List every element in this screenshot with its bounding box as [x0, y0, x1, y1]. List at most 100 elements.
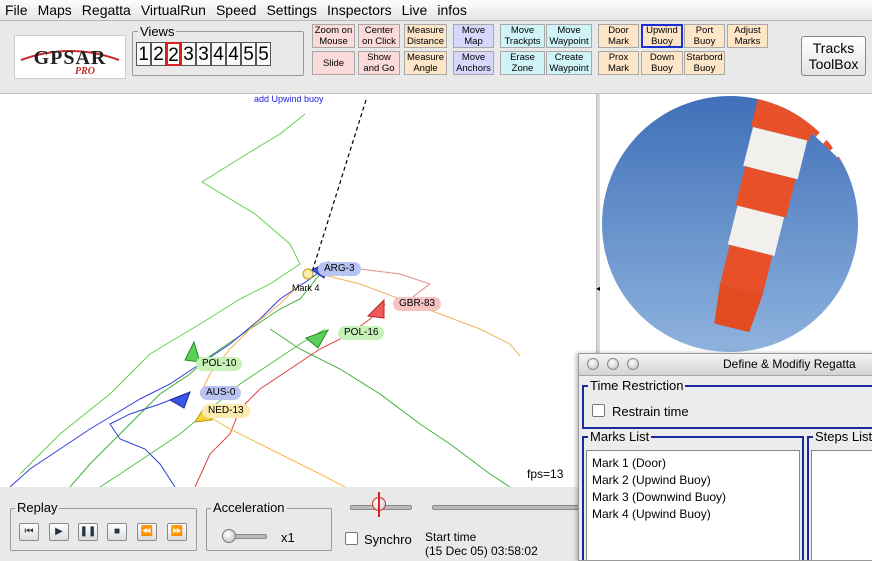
views-title: Views	[138, 24, 177, 39]
dialog-titlebar[interactable]: Define & Modifiy Regatta	[579, 354, 872, 376]
minimize-window-icon[interactable]	[607, 358, 619, 370]
view-button[interactable]: 5	[256, 42, 271, 66]
regatta-map[interactable]: add Upwind buoy Mark 4 ARG-3 GBR-83 POL-…	[0, 94, 596, 487]
boat-label-ned-13[interactable]: NED-13	[202, 404, 250, 418]
move-trackpts-button[interactable]: Move Trackpts	[500, 24, 545, 48]
track-blue	[9, 263, 331, 487]
dialog-title: Define & Modifiy Regatta	[723, 357, 856, 371]
time-restriction-title: Time Restriction	[588, 378, 686, 393]
tracks-toolbox-button[interactable]: Tracks ToolBox	[801, 36, 866, 76]
steps-list-title: Steps List	[813, 429, 872, 444]
steps-list-group: Steps List	[807, 429, 872, 560]
view-button[interactable]: 4	[211, 42, 226, 66]
gpsar-logo: GPSAR PRO	[14, 35, 126, 79]
measure-distance-button[interactable]: Measure Distance	[404, 24, 447, 48]
starbord-buoy-button[interactable]: Starbord Buoy	[684, 51, 725, 75]
track-yellow	[204, 413, 346, 487]
move-anchors-button[interactable]: Move Anchors	[453, 51, 494, 75]
menu-settings[interactable]: Settings	[261, 0, 322, 20]
boat-label-pol-10[interactable]: POL-10	[196, 357, 243, 371]
steps-list[interactable]	[811, 450, 872, 560]
start-time-value: (15 Dec 05) 03:58:02	[425, 544, 538, 558]
view-button[interactable]: 4	[226, 42, 241, 66]
erase-zone-button[interactable]: Erase Zone	[500, 51, 545, 75]
port-buoy-button[interactable]: Port Buoy	[684, 24, 725, 48]
time-restriction-group: Time Restriction Restrain time	[582, 378, 872, 429]
mark-4-symbol[interactable]	[302, 268, 314, 280]
views-group: Views 1 2 2 3 3 4 4 5 5	[132, 24, 304, 76]
slide-button[interactable]: Slide	[312, 51, 355, 75]
list-item[interactable]: Mark 3 (Downwind Buoy)	[592, 490, 726, 504]
menu-speed[interactable]: Speed	[211, 0, 261, 20]
boat-arrow-gbr-83[interactable]	[366, 298, 385, 319]
close-window-icon[interactable]	[587, 358, 599, 370]
list-item[interactable]: Mark 4 (Upwind Buoy)	[592, 507, 711, 521]
position-slider-track[interactable]	[432, 505, 584, 510]
time-slider-cursor	[378, 492, 380, 517]
track-green	[19, 113, 306, 475]
boat-label-aus-0[interactable]: AUS-0	[200, 386, 242, 400]
define-regatta-dialog: Define & Modifiy Regatta Time Restrictio…	[578, 353, 872, 561]
menu-live[interactable]: Live	[397, 0, 433, 20]
replay-title: Replay	[15, 500, 60, 515]
fps-counter: fps=13	[527, 467, 564, 481]
logo-sub-text: PRO	[75, 66, 95, 77]
restrain-time-checkbox[interactable]	[592, 404, 605, 417]
upwind-buoy-line	[311, 99, 367, 273]
views-buttons: 1 2 2 3 3 4 4 5 5	[136, 42, 271, 66]
menu-regatta[interactable]: Regatta	[77, 0, 136, 20]
menu-file[interactable]: File	[0, 0, 33, 20]
list-item[interactable]: Mark 2 (Upwind Buoy)	[592, 473, 711, 487]
synchro-label: Synchro	[364, 532, 412, 547]
boat-arrow-aus-0[interactable]	[168, 391, 191, 409]
upwind-buoy-button[interactable]: Upwind Buoy	[641, 24, 683, 48]
zoom-window-icon[interactable]	[627, 358, 639, 370]
boat-label-arg-3[interactable]: ARG-3	[318, 262, 361, 276]
view-button[interactable]: 5	[241, 42, 256, 66]
restrain-time-label: Restrain time	[612, 404, 689, 419]
pause-icon[interactable]: ❚❚	[78, 523, 98, 541]
step-back-icon[interactable]: ⏮	[19, 523, 39, 541]
show-and-go-button[interactable]: Show and Go	[358, 51, 400, 75]
windsock-image	[602, 96, 858, 352]
menu-bar: File Maps Regatta VirtualRun Speed Setti…	[0, 0, 872, 21]
menu-maps[interactable]: Maps	[33, 0, 77, 20]
add-upwind-buoy-hint: add Upwind buoy	[254, 94, 324, 104]
create-waypoint-button[interactable]: Create Waypoint	[546, 51, 592, 75]
stop-icon[interactable]: ■	[107, 523, 127, 541]
synchro-checkbox[interactable]	[345, 532, 358, 545]
rewind-icon[interactable]: ⏪	[137, 523, 157, 541]
boat-arrow-pol-16[interactable]	[305, 329, 330, 349]
zoom-on-mouse-button[interactable]: Zoom on Mouse	[312, 24, 355, 48]
boat-label-pol-16[interactable]: POL-16	[338, 326, 385, 340]
acceleration-value: x1	[281, 530, 295, 545]
wind-indicator-panel	[600, 94, 872, 354]
view-button[interactable]: 3	[196, 42, 211, 66]
measure-angle-button[interactable]: Measure Angle	[404, 51, 447, 75]
view-button[interactable]: 3	[181, 42, 196, 66]
adjust-marks-button[interactable]: Adjust Marks	[727, 24, 768, 48]
move-waypoint-button[interactable]: Move Waypoint	[546, 24, 592, 48]
view-button[interactable]: 1	[136, 42, 151, 66]
down-buoy-button[interactable]: Down Buoy	[641, 51, 683, 75]
menu-virtualrun[interactable]: VirtualRun	[136, 0, 211, 20]
boat-label-gbr-83[interactable]: GBR-83	[393, 297, 442, 311]
mark-4-label: Mark 4	[292, 283, 320, 293]
play-icon[interactable]: ▶	[49, 523, 69, 541]
acceleration-slider-knob[interactable]	[222, 529, 236, 543]
center-on-click-button[interactable]: Center on Click	[358, 24, 400, 48]
toolbar: GPSAR PRO Views 1 2 2 3 3 4 4 5 5 Zoom o…	[0, 21, 872, 94]
marks-list[interactable]: Mark 1 (Door) Mark 2 (Upwind Buoy) Mark …	[586, 450, 800, 560]
acceleration-title: Acceleration	[211, 500, 287, 515]
prox-mark-button[interactable]: Prox Mark	[598, 51, 639, 75]
door-mark-button[interactable]: Door Mark	[598, 24, 639, 48]
move-map-button[interactable]: Move Map	[453, 24, 494, 48]
fast-forward-icon[interactable]: ⏩	[167, 523, 187, 541]
acceleration-group: Acceleration x1	[206, 500, 332, 551]
list-item[interactable]: Mark 1 (Door)	[592, 456, 666, 470]
menu-inspectors[interactable]: Inspectors	[322, 0, 397, 20]
view-button-active[interactable]: 2	[166, 42, 181, 66]
menu-infos[interactable]: infos	[432, 0, 472, 20]
view-button[interactable]: 2	[151, 42, 166, 66]
marks-list-title: Marks List	[588, 429, 652, 444]
